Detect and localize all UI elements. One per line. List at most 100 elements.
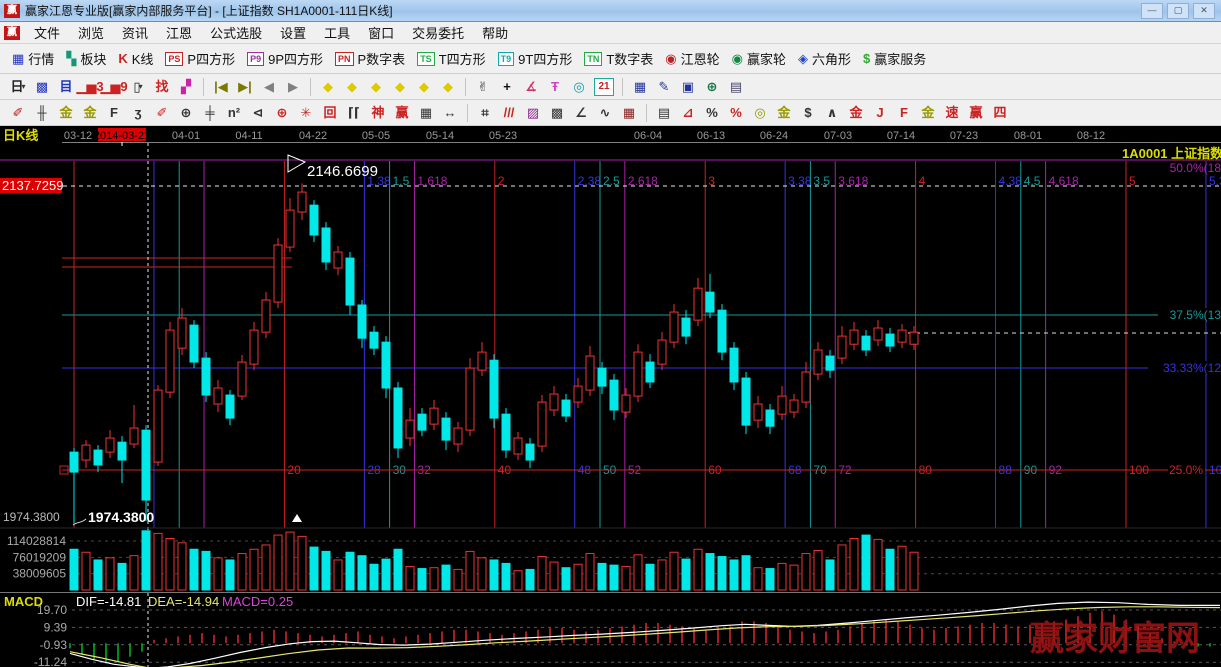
date-label[interactable]: 05-14 [426, 130, 454, 142]
box-fan-icon[interactable]: ▨ [521, 103, 545, 123]
menu-资讯[interactable]: 资讯 [113, 23, 157, 42]
period-label[interactable]: 日K线 [3, 128, 38, 143]
date-label[interactable]: 05-05 [362, 130, 390, 142]
zoom-right-icon[interactable]: ◆ [340, 77, 364, 97]
nav-last-icon[interactable]: ▶| [233, 77, 257, 97]
zoom-expand-icon[interactable]: ◆ [364, 77, 388, 97]
p-table-button[interactable]: PNP数字表 [329, 48, 411, 69]
network-icon[interactable]: ⊕ [700, 77, 724, 97]
market-map-icon[interactable]: ▩ [30, 77, 54, 97]
angle-speed-icon[interactable]: 速 [940, 103, 964, 123]
gold-gann-2-icon[interactable]: 金 [78, 103, 102, 123]
angle-j-icon[interactable]: J [868, 103, 892, 123]
fib-grid-icon[interactable]: F [102, 103, 126, 123]
wave-a-icon[interactable]: ∧ [820, 103, 844, 123]
menu-窗口[interactable]: 窗口 [359, 23, 403, 42]
money-pen-icon[interactable]: $ [796, 103, 820, 123]
gann-shape-icon[interactable]: Ŧ [543, 77, 567, 97]
quotes-button[interactable]: ▦行情 [6, 48, 60, 69]
grid-123-icon[interactable]: ▦ [414, 103, 438, 123]
chart-area[interactable]: 日K线03-122014-03-2104-0104-1104-2205-0505… [0, 126, 1221, 667]
t-square-button[interactable]: TST四方形 [411, 48, 491, 69]
kline-button[interactable]: KK线 [112, 48, 159, 69]
minimize-button[interactable]: — [1141, 3, 1163, 19]
date-label[interactable]: 06-24 [760, 130, 788, 142]
tick-pair-icon[interactable]: ⌈⌈ [342, 103, 366, 123]
sectors-button[interactable]: ▚板块 [60, 48, 112, 69]
date-label[interactable]: 04-22 [299, 130, 327, 142]
gann-wheel-button[interactable]: ◉江恩轮 [659, 48, 725, 69]
date-label[interactable]: 04-01 [172, 130, 200, 142]
candle-style-icon-dropdown[interactable]: ▾ [139, 78, 143, 96]
dense-grid-icon[interactable]: ▦ [617, 103, 641, 123]
crosshair-icon[interactable]: + [495, 77, 519, 97]
close-button[interactable]: ✕ [1193, 3, 1215, 19]
angle-bisect-icon[interactable]: ⊲ [246, 103, 270, 123]
date-label[interactable]: 04-11 [235, 130, 262, 142]
nav-first-icon[interactable]: |◀ [209, 77, 233, 97]
angle-fan-icon[interactable]: ∠ [569, 103, 593, 123]
candle-style-icon[interactable]: ▯▾ [126, 77, 150, 97]
date-label[interactable]: 07-03 [824, 130, 852, 142]
angle-gold-icon[interactable]: 金 [916, 103, 940, 123]
date-label[interactable]: 03-12 [64, 130, 92, 142]
percent-brush-icon[interactable]: ✐ [150, 103, 174, 123]
menu-帮助[interactable]: 帮助 [473, 23, 517, 42]
span-arrow-icon[interactable]: ↔ [438, 103, 462, 123]
ruler-ticks-icon[interactable]: ╪ [198, 103, 222, 123]
pct-line-icon[interactable]: % [724, 103, 748, 123]
p-square-button[interactable]: PSP四方形 [159, 48, 241, 69]
save-icon[interactable]: ▣ [676, 77, 700, 97]
radial-rays-icon[interactable]: ✳ [294, 103, 318, 123]
menu-浏览[interactable]: 浏览 [69, 23, 113, 42]
bars-3-icon[interactable]: ▁▅3 [78, 77, 102, 97]
date-label[interactable]: 08-01 [1014, 130, 1042, 142]
menu-设置[interactable]: 设置 [271, 23, 315, 42]
stock-pick-icon[interactable]: 找 [150, 77, 174, 97]
notes-icon[interactable]: ✎ [652, 77, 676, 97]
menu-工具[interactable]: 工具 [315, 23, 359, 42]
net-fan-icon[interactable]: ▩ [545, 103, 569, 123]
wave-line-icon[interactable]: ∿ [593, 103, 617, 123]
winner-service-button[interactable]: $赢家服务 [857, 48, 932, 69]
kline-chart[interactable]: 日K线03-122014-03-2104-0104-1104-2205-0505… [0, 126, 1221, 667]
draw-pencil-icon[interactable]: ✐ [6, 103, 30, 123]
angle-win-icon[interactable]: 赢 [964, 103, 988, 123]
gold-gann-1-icon[interactable]: 金 [54, 103, 78, 123]
menu-交易委托[interactable]: 交易委托 [403, 23, 473, 42]
nav-next-icon[interactable]: ▶ [281, 77, 305, 97]
t-table-button[interactable]: TNT数字表 [578, 48, 659, 69]
win-line-icon[interactable]: 赢 [390, 103, 414, 123]
angle-f-icon[interactable]: F [892, 103, 916, 123]
date-label[interactable]: 08-12 [1077, 130, 1105, 142]
pct-triangle-icon[interactable]: ⊿ [676, 103, 700, 123]
winner-wheel-button[interactable]: ◉赢家轮 [726, 48, 792, 69]
hexagon-button[interactable]: ◈六角形 [792, 48, 857, 69]
gann-ticks-icon[interactable]: ╫ [30, 103, 54, 123]
vol-ladder-icon[interactable]: ▤ [652, 103, 676, 123]
gold-red-icon[interactable]: 金 [844, 103, 868, 123]
t9-square-button[interactable]: T99T四方形 [492, 48, 579, 69]
angle-tool-icon[interactable]: ∡ [519, 77, 543, 97]
period-selector-icon[interactable]: 日▾ [6, 77, 30, 97]
color-chart-icon[interactable]: ▞ [174, 77, 198, 97]
zoom-fit-icon[interactable]: ◆ [412, 77, 436, 97]
zoom-compress-icon[interactable]: ◆ [388, 77, 412, 97]
square-spiral-icon[interactable]: 回 [318, 103, 342, 123]
menu-江恩[interactable]: 江恩 [157, 23, 201, 42]
compass-circle-icon[interactable]: ⊕ [174, 103, 198, 123]
date-label[interactable]: 06-04 [634, 130, 662, 142]
frame-box-icon[interactable]: ⌗ [473, 103, 497, 123]
calendar-icon[interactable]: 21 [594, 78, 614, 96]
menu-文件[interactable]: 文件 [25, 23, 69, 42]
n-square-icon[interactable]: n² [222, 103, 246, 123]
zoom-all-icon[interactable]: ◆ [436, 77, 460, 97]
info-panel-icon[interactable]: 目 [54, 77, 78, 97]
pan-hand-icon[interactable]: ✌ [471, 77, 495, 97]
angle-four-icon[interactable]: 四 [988, 103, 1012, 123]
red-fan-icon[interactable]: /// [497, 103, 521, 123]
period-selector-icon-dropdown[interactable]: ▾ [22, 78, 26, 96]
menu-公式选股[interactable]: 公式选股 [201, 23, 271, 42]
bars-9-icon[interactable]: ▁▅9 [102, 77, 126, 97]
p9-square-button[interactable]: P99P四方形 [241, 48, 329, 69]
